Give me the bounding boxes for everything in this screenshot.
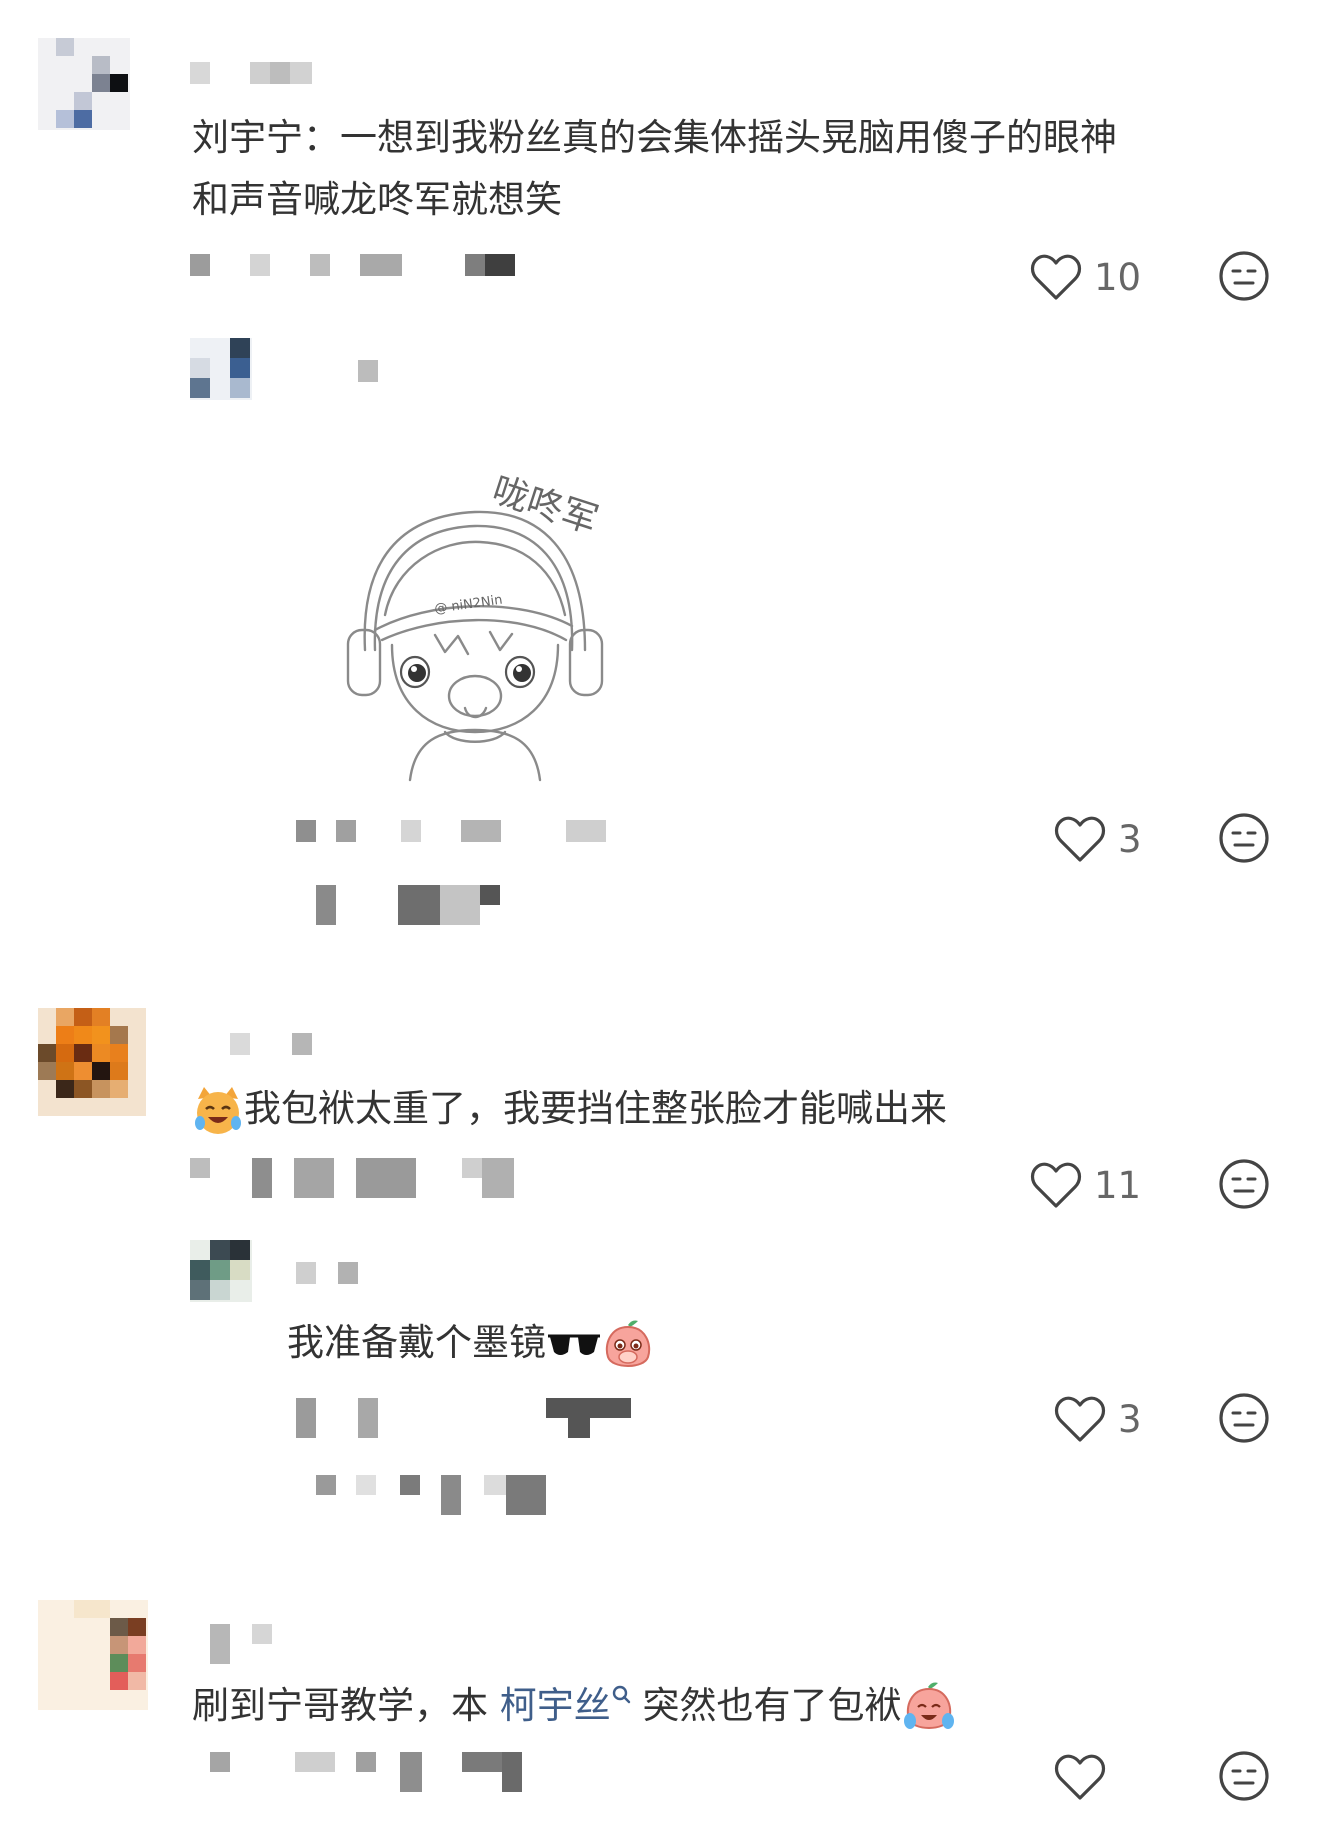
comment-text-body: 突然也有了包袱 [630,1684,902,1727]
reply-text: 我准备戴个墨镜 [287,1312,654,1374]
heart-outline-icon [1054,1754,1106,1800]
reply-username-blurred[interactable] [296,1262,376,1284]
neutral-face-icon[interactable] [1218,1158,1270,1210]
like-count: 10 [1094,256,1142,299]
comment-meta-blurred [190,1158,530,1198]
reply-meta-blurred [296,820,616,842]
username-blurred[interactable] [230,1033,320,1055]
like-button[interactable]: 3 [1054,816,1142,864]
heart-outline-icon [1054,816,1106,862]
search-link[interactable]: 柯宇丝 [500,1684,631,1727]
comment-meta-blurred [190,1752,550,1792]
like-button[interactable] [1054,1754,1106,1802]
reply-meta-blurred [316,885,536,925]
crying-peach-emoji-icon [903,1682,954,1729]
neutral-face-icon[interactable] [1218,812,1270,864]
neutral-face-icon[interactable] [1218,1392,1270,1444]
reply-meta-blurred [296,1398,636,1438]
like-count: 3 [1118,818,1142,861]
comment-text-line: 刘宇宁：一想到我粉丝真的会集体摇头晃脑用傻子的眼神 [192,116,1117,159]
sunglasses-emoji-icon [548,1334,600,1355]
like-count: 11 [1094,1164,1142,1207]
neutral-face-icon[interactable] [1218,250,1270,302]
reply-username-blurred[interactable] [358,360,380,382]
comment-text: 我包袱太重了，我要挡住整张脸才能喊出来 [192,1078,947,1140]
like-button[interactable]: 10 [1030,254,1141,302]
heart-outline-icon [1030,254,1082,300]
like-count: 3 [1118,1398,1142,1441]
reply-avatar[interactable] [190,1240,252,1302]
comment-text-body: 我包袱太重了，我要挡住整张脸才能喊出来 [244,1087,947,1130]
avatar[interactable] [38,1600,148,1710]
laughing-cat-emoji-icon [195,1086,241,1134]
reply-text-body: 我准备戴个墨镜 [287,1321,546,1364]
like-button[interactable]: 3 [1054,1396,1142,1444]
comment-text-line: 和声音喊龙咚军就想笑 [192,178,562,221]
search-icon [612,1685,630,1704]
neutral-face-icon[interactable] [1218,1750,1270,1802]
avatar[interactable] [38,38,130,130]
reply-sticker-image[interactable]: 咙咚军 @ niN2Nin [340,440,670,800]
search-link-label: 柯宇丝 [499,1684,611,1727]
sticker-caption: 咙咚军 [487,470,602,542]
comment-text: 刘宇宁：一想到我粉丝真的会集体摇头晃脑用傻子的眼神 和声音喊龙咚军就想笑 [192,107,1272,231]
reply-meta-blurred [316,1475,556,1515]
comment-meta-blurred [190,254,530,276]
heart-outline-icon [1030,1162,1082,1208]
comment-text-body: 刷到宁哥教学，本 [192,1684,500,1727]
peach-covering-mouth-emoji-icon [605,1320,651,1367]
like-button[interactable]: 11 [1030,1162,1141,1210]
avatar[interactable] [38,1008,146,1116]
comment-text: 刷到宁哥教学，本 柯宇丝 突然也有了包袱 [192,1675,956,1737]
reply-avatar[interactable] [190,338,252,400]
username-blurred[interactable] [190,62,320,84]
username-blurred[interactable] [190,1624,280,1664]
sticker-watermark: @ niN2Nin [433,593,503,617]
heart-outline-icon [1054,1396,1106,1442]
